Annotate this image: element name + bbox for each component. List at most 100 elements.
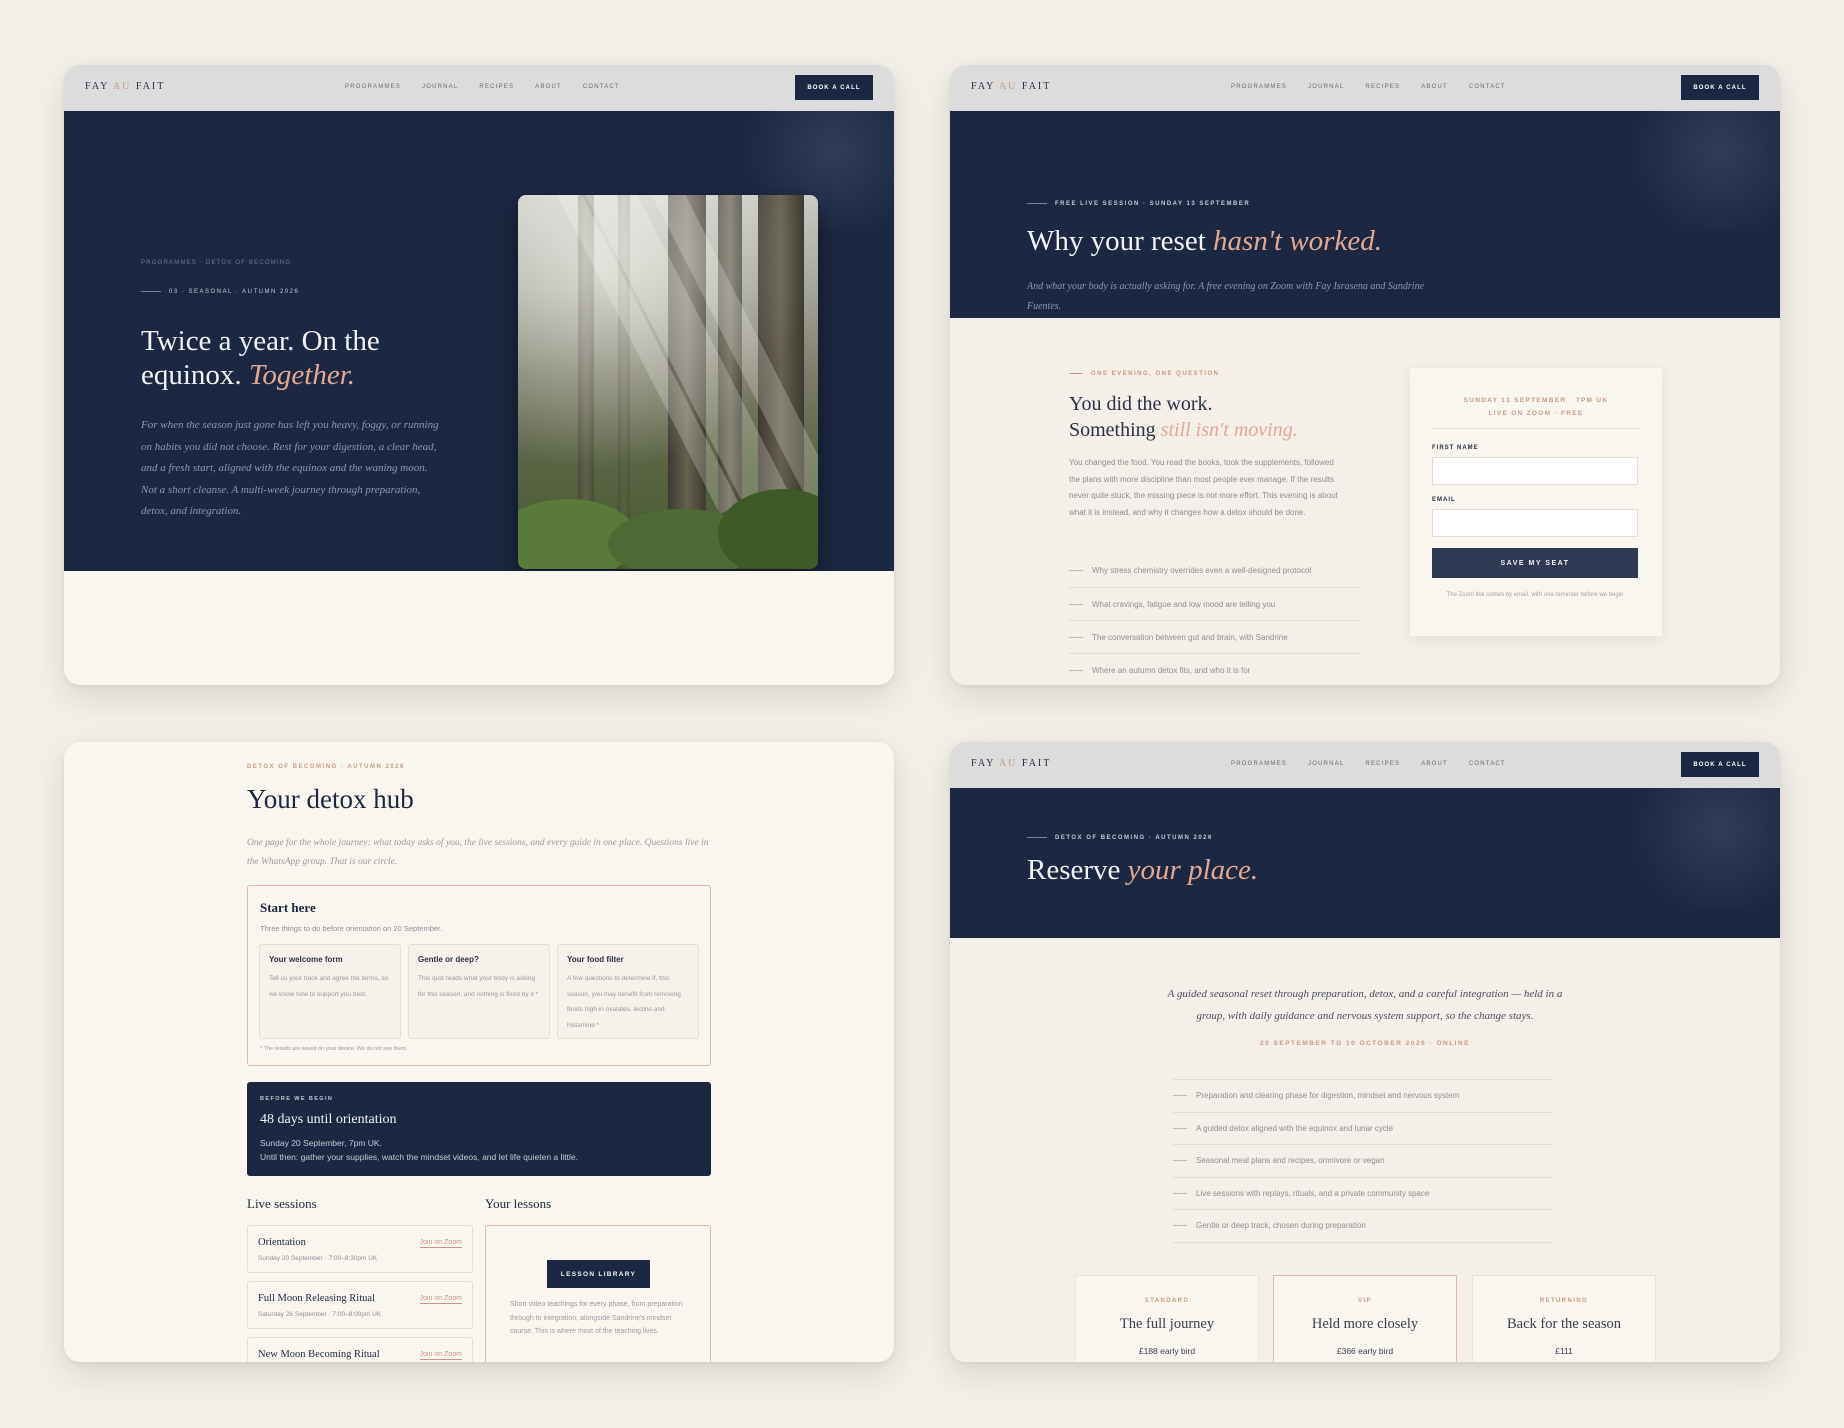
heading-line: You did the work.	[1069, 393, 1213, 415]
session-card-full-moon: Full Moon Releasing Ritual Saturday 26 S…	[247, 1281, 473, 1329]
welcome-form-card[interactable]: Your welcome form Tell us your track and…	[259, 944, 401, 1039]
form-note: The Zoom link comes by email, with one r…	[1446, 592, 1624, 598]
book-a-call-button[interactable]: BOOK A CALL	[1681, 752, 1759, 777]
nav-link-programmes[interactable]: PROGRAMMES	[1231, 761, 1287, 767]
rule-line	[141, 290, 161, 292]
nav-link-about[interactable]: ABOUT	[1421, 84, 1448, 90]
logo[interactable]: FAY AU FAIT	[85, 81, 165, 92]
logo-accent: AU	[998, 81, 1018, 92]
logo-text: FAIT	[1017, 758, 1052, 769]
top-nav: FAY AU FAIT PROGRAMMES JOURNAL RECIPES A…	[950, 742, 1780, 788]
list-item-text: Where an autumn detox fits, and who it i…	[1092, 665, 1251, 675]
hero-section: PROGRAMMES · DETOX OF BECOMING 03 · SEAS…	[64, 111, 894, 571]
reserve-title: Reserve your place.	[1027, 854, 1258, 887]
eyebrow-text: FREE LIVE SESSION · SUNDAY 13 SEPTEMBER	[1055, 201, 1251, 207]
eyebrow-text: 03 · SEASONAL · AUTUMN 2026	[169, 289, 300, 295]
tier-card-standard[interactable]: STANDARD The full journey £188 early bir…	[1075, 1275, 1259, 1362]
tier-price: £366 early bird	[1336, 1346, 1394, 1356]
logo-accent: AU	[998, 758, 1018, 769]
tier-name: Held more closely	[1311, 1316, 1419, 1332]
detox-hub-screenshot: DETOX OF BECOMING · AUTUMN 2026 Your det…	[64, 742, 894, 1362]
form-header-line: LIVE ON ZOOM · FREE	[1488, 410, 1584, 417]
first-name-label: FIRST NAME	[1432, 445, 1479, 451]
session-name: Orientation	[258, 1237, 306, 1248]
tier-name: Back for the season	[1507, 1316, 1621, 1332]
reserve-lead: A guided seasonal reset through preparat…	[1167, 988, 1563, 1022]
nav-link-recipes[interactable]: RECIPES	[1365, 761, 1400, 767]
rule-line	[1027, 836, 1047, 838]
dash-icon	[1173, 1225, 1187, 1227]
list-item-text: Seasonal meal plans and recipes, omnivor…	[1196, 1156, 1385, 1166]
logo-text: FAY	[971, 758, 999, 769]
email-label: EMAIL	[1432, 497, 1456, 503]
list-item: A guided detox aligned with the equinox …	[1173, 1113, 1553, 1145]
section-eyebrow: ONE EVENING, ONE QUESTION	[1069, 371, 1220, 377]
logo[interactable]: FAY AU FAIT	[971, 758, 1051, 769]
first-name-field[interactable]	[1432, 457, 1638, 485]
nav-links: PROGRAMMES JOURNAL RECIPES ABOUT CONTACT	[1231, 761, 1506, 767]
session-title-accent: hasn't worked.	[1213, 225, 1382, 257]
dash-icon	[1173, 1095, 1187, 1097]
card-title: Your food filter	[567, 955, 624, 964]
save-my-seat-button[interactable]: SAVE MY SEAT	[1432, 548, 1638, 578]
logo[interactable]: FAY AU FAIT	[971, 81, 1051, 92]
nav-link-contact[interactable]: CONTACT	[583, 84, 620, 90]
rule-line	[1069, 372, 1083, 374]
reserve-title-plain: Reserve	[1027, 854, 1121, 886]
join-on-zoom-link[interactable]: Join on Zoom	[419, 1239, 462, 1248]
nav-link-programmes[interactable]: PROGRAMMES	[345, 84, 401, 90]
eyebrow: FREE LIVE SESSION · SUNDAY 13 SEPTEMBER	[1027, 201, 1250, 207]
tier-card-returning[interactable]: RETURNING Back for the season £111	[1472, 1275, 1656, 1362]
list-item: Why stress chemistry overrides even a we…	[1069, 554, 1361, 587]
heading-line: Something still isn't moving.	[1069, 417, 1369, 443]
tier-card-vip[interactable]: VIP Held more closely £366 early bird	[1273, 1275, 1457, 1362]
book-a-call-button[interactable]: BOOK A CALL	[1681, 75, 1759, 100]
book-a-call-button[interactable]: BOOK A CALL	[795, 75, 873, 100]
nav-link-about[interactable]: ABOUT	[1421, 761, 1448, 767]
page-subtitle: One page for the whole journey: what tod…	[247, 838, 709, 867]
nav-links: PROGRAMMES JOURNAL RECIPES ABOUT CONTACT	[1231, 84, 1506, 90]
nav-link-contact[interactable]: CONTACT	[1469, 761, 1506, 767]
dash-icon	[1069, 570, 1083, 571]
heading-plain: Something	[1069, 419, 1156, 441]
lessons-body: Short video teachings for every phase, f…	[510, 1301, 683, 1335]
lesson-library-button[interactable]: LESSON LIBRARY	[547, 1260, 650, 1288]
nav-link-recipes[interactable]: RECIPES	[479, 84, 514, 90]
divider	[1432, 428, 1640, 429]
nav-link-journal[interactable]: JOURNAL	[422, 84, 458, 90]
list-item-text: Live sessions with replays, rituals, and…	[1196, 1188, 1430, 1198]
programme-dates: 20 SEPTEMBER TO 10 OCTOBER 2026 · ONLINE	[1259, 1040, 1471, 1047]
eyebrow-text: DETOX OF BECOMING · AUTUMN 2026	[1055, 835, 1213, 841]
logo-text: FAY	[971, 81, 999, 92]
countdown-title: 48 days until orientation	[260, 1112, 397, 1127]
gentle-or-deep-card[interactable]: Gentle or deep? This quiz reads what you…	[408, 944, 550, 1039]
email-field[interactable]	[1432, 509, 1638, 537]
countdown-eyebrow: BEFORE WE BEGIN	[260, 1096, 334, 1102]
feature-list: Preparation and clearing phase for diges…	[1173, 1079, 1553, 1243]
logo-text: FAIT	[131, 81, 166, 92]
section-body: You changed the food. You read the books…	[1069, 458, 1338, 517]
nav-link-contact[interactable]: CONTACT	[1469, 84, 1506, 90]
nav-link-journal[interactable]: JOURNAL	[1308, 761, 1344, 767]
eyebrow-text: ONE EVENING, ONE QUESTION	[1091, 371, 1220, 377]
join-on-zoom-link[interactable]: Join on Zoom	[419, 1295, 462, 1304]
hero-body: For when the season just gone has left y…	[141, 419, 439, 517]
nav-link-about[interactable]: ABOUT	[535, 84, 562, 90]
signup-form: SUNDAY 13 SEPTEMBER · 7PM UK LIVE ON ZOO…	[1410, 368, 1662, 636]
logo-accent: AU	[112, 81, 132, 92]
start-here-subtitle: Three things to do before orientation on…	[260, 924, 443, 933]
footnote: * The results are saved on your device. …	[260, 1046, 408, 1052]
nav-link-recipes[interactable]: RECIPES	[1365, 84, 1400, 90]
list-item: Live sessions with replays, rituals, and…	[1173, 1178, 1553, 1210]
hero-title: Twice a year. On the equinox. Together.	[141, 324, 441, 392]
nav-link-journal[interactable]: JOURNAL	[1308, 84, 1344, 90]
page-title: Your detox hub	[247, 784, 414, 814]
list-item: Seasonal meal plans and recipes, omnivor…	[1173, 1145, 1553, 1178]
breadcrumb[interactable]: PROGRAMMES · DETOX OF BECOMING	[141, 260, 291, 266]
list-item: The conversation between gut and brain, …	[1069, 620, 1361, 653]
join-on-zoom-link[interactable]: Join on Zoom	[419, 1351, 462, 1360]
start-here-box: Start here Three things to do before ori…	[247, 885, 711, 1066]
food-filter-card[interactable]: Your food filter A few questions to dete…	[557, 944, 699, 1039]
dash-icon	[1069, 603, 1083, 605]
nav-link-programmes[interactable]: PROGRAMMES	[1231, 84, 1287, 90]
